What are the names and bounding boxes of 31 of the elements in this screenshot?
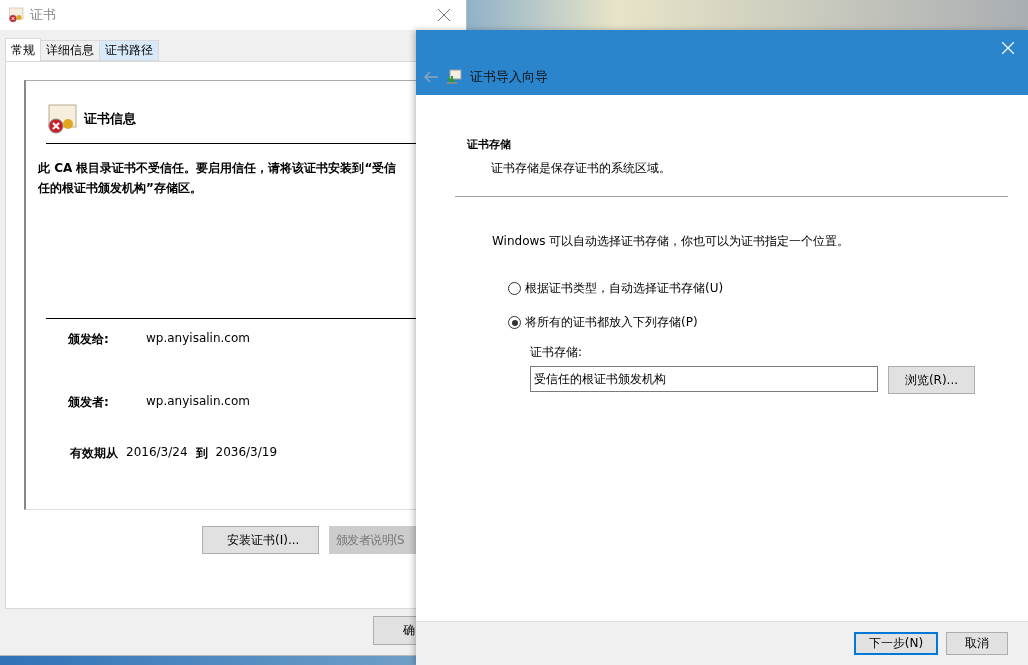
tab[interactable]: 详细信息	[40, 40, 100, 61]
field-label: 到	[195, 445, 208, 462]
trust-message: 此 CA 根目录证书不受信任。要启用信任，请将该证书安装到“受信任的根证书颁发机构”存储区。	[38, 160, 398, 197]
install-button[interactable]: 安装证书(I)...	[202, 526, 319, 554]
field-label: 颁发者:	[68, 394, 110, 411]
window-title: 证书	[30, 6, 57, 24]
radio-option[interactable]: 将所有的证书都放入下列存储(P)	[508, 314, 1008, 331]
field-value: wp.anyisalin.com	[146, 331, 250, 347]
certificate-import-icon	[446, 69, 462, 85]
wizard-title: 证书导入向导	[470, 68, 548, 86]
section-description: 证书存储是保存证书的系统区域。	[491, 160, 672, 177]
radio-option[interactable]: 根据证书类型，自动选择证书存储(U)	[508, 280, 1008, 297]
intro-text: Windows 可以自动选择证书存储，你也可以为证书指定一个位置。	[492, 233, 851, 250]
browse-button[interactable]: 浏览(R)...	[888, 366, 975, 394]
field-label: 颁发给:	[68, 331, 110, 348]
certificate-error-icon	[46, 103, 78, 135]
field-value: 2036/3/19	[215, 445, 278, 461]
field-value: 2016/3/24	[126, 445, 188, 461]
field-value: wp.anyisalin.com	[146, 394, 250, 410]
close-icon[interactable]	[438, 9, 450, 21]
certificate-error-icon	[8, 7, 24, 23]
cancel-button[interactable]: 取消	[946, 632, 1008, 655]
store-field[interactable]: 受信任的根证书颁发机构	[530, 366, 878, 392]
ok-button[interactable]: 确	[373, 616, 416, 645]
tab[interactable]: 常规	[5, 38, 41, 61]
next-button[interactable]: 下一步(N)	[854, 632, 938, 655]
tab[interactable]: 证书路径	[99, 40, 159, 61]
section-heading: 证书信息	[84, 110, 136, 128]
section-title: 证书存储	[466, 137, 512, 152]
field-label: 有效期从	[70, 445, 118, 462]
field-label: 证书存储:	[530, 344, 584, 361]
